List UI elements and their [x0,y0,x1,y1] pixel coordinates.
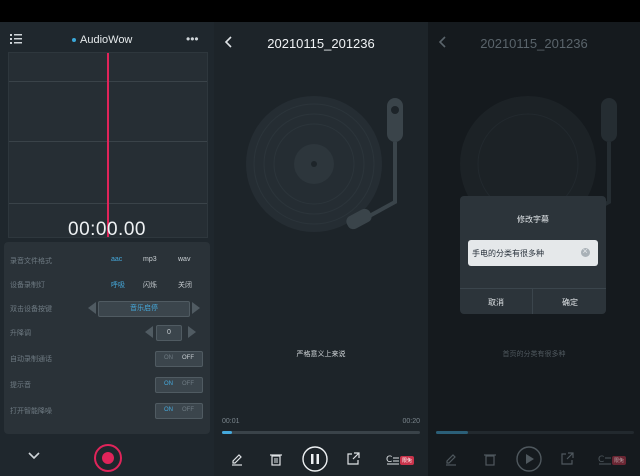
dialog-title: 修改字幕 [517,215,549,224]
record-button[interactable] [94,444,122,472]
light-option-off[interactable]: 关闭 [178,280,192,290]
playhead-cursor [107,53,109,237]
tone-label: 提示音 [10,382,31,389]
gain-label: 升降调 [10,330,31,337]
tone-toggle[interactable]: ON OFF [155,377,203,393]
trash-icon[interactable] [269,452,283,466]
progress-bar [436,431,634,434]
trash-icon [484,454,496,466]
app-name: AudioWow [80,34,133,46]
gain-value: 0 [156,325,182,341]
setting-row-auto-call: 自动录制通话 ON OFF [10,350,206,368]
toggle-off-label: OFF [182,407,194,413]
toggle-off-label: OFF [182,355,194,361]
toggle-on-label: ON [164,407,173,413]
auto-call-label: 自动录制通话 [10,356,52,363]
more-icon[interactable]: ••• [186,32,199,46]
double-click-next-icon[interactable] [192,302,200,314]
format-option-mp3[interactable]: mp3 [143,256,157,263]
recorder-panel: AudioWow ••• 00:00.00 录音文件格式 aac mp3 wav… [0,22,214,476]
noise-toggle[interactable]: ON OFF [155,403,203,419]
setting-row-format: 录音文件格式 aac mp3 wav [10,252,206,270]
share-icon [561,452,574,465]
format-option-wav[interactable]: wav [178,256,190,263]
format-option-aac[interactable]: aac [111,256,122,263]
dialog-divider [532,288,533,314]
gain-increase-icon[interactable] [188,326,196,338]
progress-fill [436,431,468,434]
subtitle-input-value: 手电的分类有很多种 [472,249,544,258]
edit-subtitle-panel: 20210115_201236 首页的分类有很多种 C 限免 修改字幕 手电的分… [428,22,640,476]
setting-row-double-click: 双击设备按键 音乐启停 [10,300,206,318]
current-time: 00:01 [222,418,240,425]
auto-call-toggle[interactable]: ON OFF [155,351,203,367]
subtitle-input[interactable]: 手电的分类有很多种 [468,240,598,266]
confirm-button[interactable]: 确定 [562,297,578,308]
recording-title: 20210115_201236 [480,36,588,51]
vinyl-record-icon [246,96,403,232]
format-label: 录音文件格式 [10,258,52,265]
setting-row-tone: 提示音 ON OFF [10,376,206,394]
play-button [516,446,542,472]
waveform-area [8,52,208,238]
progress-fill [222,431,232,434]
share-icon[interactable] [346,452,360,466]
recording-title: 20210115_201236 [267,36,375,51]
free-badge: 限免 [612,456,627,465]
free-badge: 限免 [400,456,415,465]
light-option-blink[interactable]: 闪烁 [143,280,157,290]
total-time: 00:20 [402,418,420,425]
subtitle-line: 首页的分类有很多种 [502,351,566,358]
subtitle-line: 严格意义上来说 [296,351,346,358]
status-bar [0,0,640,22]
gain-decrease-icon[interactable] [145,326,153,338]
app-title: AudioWow [72,34,132,46]
edit-subtitle-dialog: 修改字幕 手电的分类有很多种 取消 确定 [460,196,606,314]
setting-row-gain: 升降调 0 [10,324,206,342]
clear-icon[interactable] [581,246,590,257]
status-dot [72,38,76,43]
edit-icon [446,454,456,466]
chevron-down-icon[interactable] [28,452,40,460]
subtitle-icon[interactable]: C [386,452,400,466]
subtitle-icon: C [598,455,611,465]
dialog-divider [460,288,606,289]
light-option-breathe[interactable]: 呼吸 [111,280,125,290]
toggle-on-label: ON [164,355,173,361]
edit-icon[interactable] [230,452,244,466]
settings-panel: 录音文件格式 aac mp3 wav 设备录制灯 呼吸 闪烁 关闭 双击设备按键… [4,242,210,434]
progress-bar[interactable] [222,431,420,434]
player-panel: 20210115_201236 严格意义上来说 00:01 00:20 C 限免 [214,22,428,476]
setting-row-light: 设备录制灯 呼吸 闪烁 关闭 [10,276,206,294]
light-label: 设备录制灯 [10,282,45,289]
noise-label: 打开智能降噪 [10,408,52,415]
toggle-on-label: ON [164,381,173,387]
pause-button[interactable] [302,446,328,472]
double-click-label: 双击设备按键 [10,306,52,313]
menu-icon[interactable] [10,34,22,44]
toggle-off-label: OFF [182,381,194,387]
record-timer: 00:00.00 [68,219,146,240]
cancel-button[interactable]: 取消 [488,297,504,308]
double-click-select[interactable]: 音乐启停 [98,301,190,317]
setting-row-noise: 打开智能降噪 ON OFF [10,402,206,420]
double-click-prev-icon[interactable] [88,302,96,314]
